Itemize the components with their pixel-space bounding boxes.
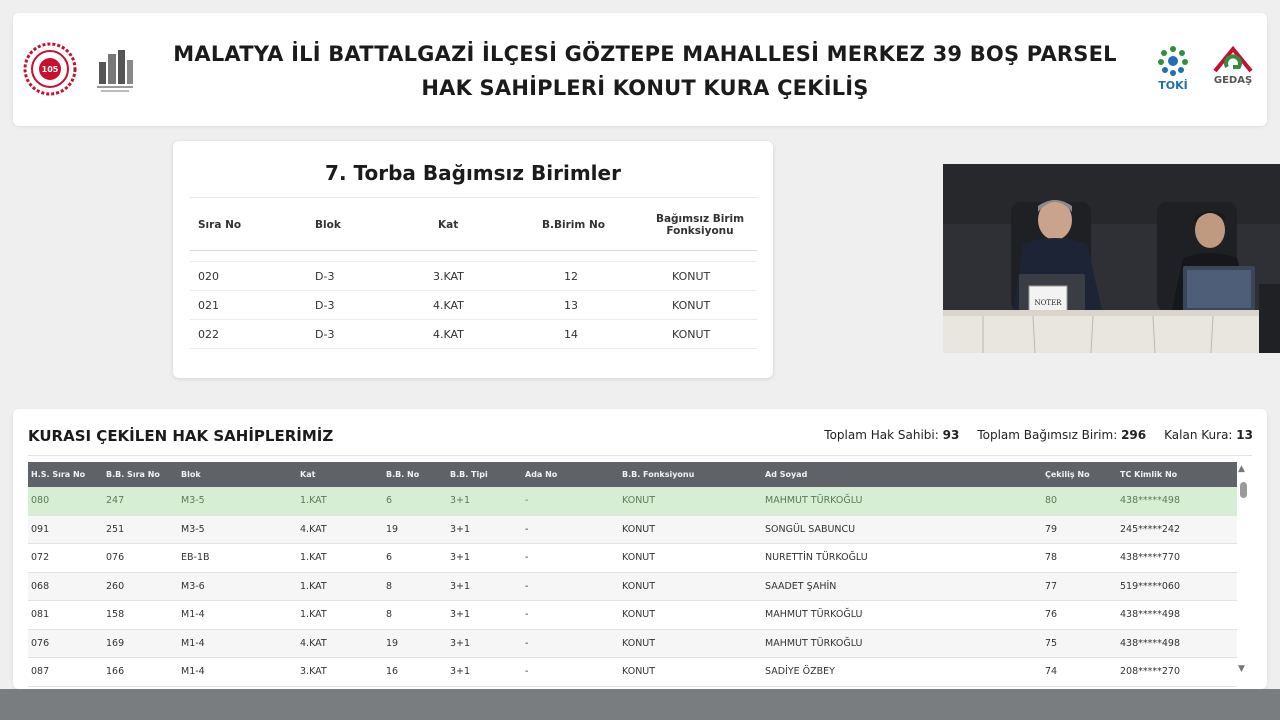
results-table-header: H.S. Sıra No B.B. Sıra No Blok Kat B.B. … <box>28 462 1237 487</box>
torba-col-sira: Sıra No <box>198 219 242 231</box>
torba-panel: 7. Torba Bağımsız Birimler Sıra No Blok … <box>173 141 773 378</box>
footer-bar <box>0 689 1280 720</box>
torba-table-body[interactable]: 019 D-3 3.KAT 11 KONUT 020 D-3 3.KAT 12 … <box>190 251 757 355</box>
gedas-logo: GEDAŞ <box>1211 45 1255 93</box>
results-scrollbar[interactable]: ▲ ▼ <box>1237 464 1249 674</box>
torba-table-header: Sıra No Blok Kat B.Birim No Bağımsız Bir… <box>190 197 757 251</box>
col-bb-tipi: B.B. Tipi <box>450 470 488 479</box>
scroll-down-arrow-icon[interactable]: ▼ <box>1238 664 1245 674</box>
col-blok: Blok <box>181 470 201 479</box>
toki-logo-text: TOKİ <box>1158 79 1188 92</box>
toki-logo: TOKİ <box>1155 43 1191 95</box>
col-ada-no: Ada No <box>525 470 558 479</box>
stat-bagimsiz-birim: Toplam Bağımsız Birim: 296 <box>977 428 1147 442</box>
noter-placard: NOTER <box>1035 299 1063 307</box>
torba-col-kat: Kat <box>438 219 459 231</box>
col-tc-kimlik: TC Kimlik No <box>1120 470 1178 479</box>
header-panel: 105 MALATYA İLİ BATTALGAZİ İLÇESİ GÖZTEP… <box>13 13 1267 126</box>
results-title: KURASI ÇEKİLEN HAK SAHİPLERİMİZ <box>28 427 334 445</box>
table-row[interactable]: 091 251 M3-5 4.KAT 19 3+1 - KONUT SONGÜL… <box>28 515 1237 544</box>
col-hs-sira: H.S. Sıra No <box>31 470 86 479</box>
gedas-logo-text: GEDAŞ <box>1213 75 1253 86</box>
scrollbar-thumb[interactable] <box>1240 482 1247 498</box>
scroll-up-arrow-icon[interactable]: ▲ <box>1238 464 1245 474</box>
results-stats: Toplam Hak Sahibi: 93 Toplam Bağımsız Bi… <box>824 428 1253 442</box>
table-row[interactable]: 080 247 M3-5 1.KAT 6 3+1 - KONUT MAHMUT … <box>28 487 1237 516</box>
table-row[interactable]: 072 076 EB-1B 1.KAT 6 3+1 - KONUT NURETT… <box>28 544 1237 573</box>
col-ad-soyad: Ad Soyad <box>765 470 808 479</box>
page-title: MALATYA İLİ BATTALGAZİ İLÇESİ GÖZTEPE MA… <box>173 42 1117 100</box>
cumhurbaskanligi-seal-logo: 105 <box>23 42 77 96</box>
torba-title: 7. Torba Bağımsız Birimler <box>325 161 621 185</box>
torba-col-blok: Blok <box>315 219 341 231</box>
table-row: 020 D-3 3.KAT 12 KONUT <box>190 262 757 291</box>
col-cekilis-no: Çekiliş No <box>1045 470 1090 479</box>
table-row: 022 D-3 4.KAT 14 KONUT <box>190 320 757 349</box>
stat-kalan-kura: Kalan Kura: 13 <box>1164 428 1253 442</box>
table-row[interactable]: 076 169 M1-4 4.KAT 19 3+1 - KONUT MAHMUT… <box>28 629 1237 658</box>
col-bb-no: B.B. No <box>386 470 420 479</box>
results-panel: KURASI ÇEKİLEN HAK SAHİPLERİMİZ Toplam H… <box>13 409 1267 689</box>
col-bb-fonksiyonu: B.B. Fonksiyonu <box>622 470 695 479</box>
torba-col-fonksiyon: Bağımsız Birim Fonksiyonu <box>655 213 745 237</box>
table-row[interactable]: 087 166 M1-4 3.KAT 16 3+1 - KONUT SADİYE… <box>28 658 1237 687</box>
live-video-feed: NOTER <box>943 164 1280 353</box>
table-row[interactable]: 068 260 M3-6 1.KAT 8 3+1 - KONUT SAADET … <box>28 572 1237 601</box>
results-table-body[interactable]: 080 247 M3-5 1.KAT 6 3+1 - KONUT MAHMUT … <box>28 487 1237 689</box>
col-bb-sira: B.B. Sıra No <box>106 470 160 479</box>
divider <box>28 455 1252 456</box>
col-kat: Kat <box>300 470 316 479</box>
torba-col-birim-no: B.Birim No <box>542 219 605 231</box>
table-row: 021 D-3 4.KAT 13 KONUT <box>190 291 757 320</box>
kentsel-donusum-logo <box>95 46 135 94</box>
table-row[interactable]: 081 158 M1-4 1.KAT 8 3+1 - KONUT MAHMUT … <box>28 601 1237 630</box>
seal-number: 105 <box>42 65 59 74</box>
stat-hak-sahibi: Toplam Hak Sahibi: 93 <box>824 428 960 442</box>
table-row: 019 D-3 3.KAT 11 KONUT <box>190 251 757 262</box>
